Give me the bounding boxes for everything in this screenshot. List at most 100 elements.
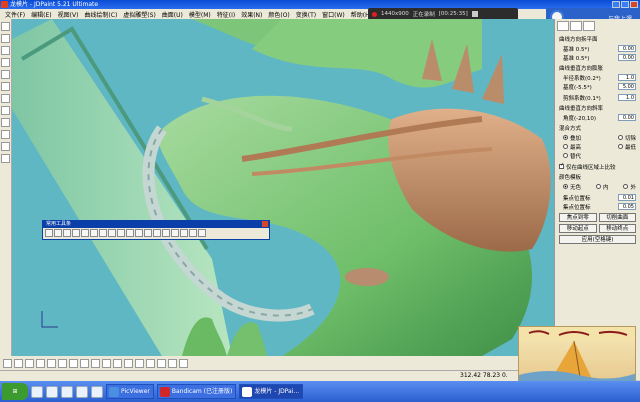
node-tool-icon[interactable] <box>1 94 10 103</box>
quicklaunch-folder-icon[interactable] <box>61 385 73 398</box>
polygon-tool-icon[interactable] <box>1 70 10 79</box>
color-icon[interactable] <box>153 229 161 237</box>
menu-feature[interactable]: 特征(I) <box>214 10 238 19</box>
tab-colors[interactable] <box>583 21 595 31</box>
line-tool-icon[interactable] <box>1 34 10 43</box>
minimize-button[interactable] <box>612 1 620 8</box>
copy-icon[interactable] <box>117 229 125 237</box>
curve-only-checkbox[interactable] <box>559 162 564 169</box>
move-start-button[interactable]: 移动起点 <box>559 224 597 233</box>
polyline-icon[interactable] <box>36 358 45 368</box>
stop-sign-icon[interactable] <box>179 358 188 368</box>
tab-params[interactable] <box>557 21 569 31</box>
color-mask-none[interactable]: 无色 <box>563 183 581 191</box>
relief-icon[interactable] <box>135 358 144 368</box>
arc-tool-icon[interactable] <box>1 46 10 55</box>
menu-file[interactable]: 文件(F) <box>2 10 28 19</box>
pen-icon[interactable] <box>25 358 34 368</box>
delete-icon[interactable] <box>135 229 143 237</box>
shear-row-input[interactable]: 1.0 <box>618 94 636 101</box>
start-button[interactable]: ⊞ <box>2 383 28 400</box>
quicklaunch-media-icon[interactable] <box>46 385 58 398</box>
position-row-2-input[interactable]: 0.05 <box>618 203 636 210</box>
pointer-icon[interactable] <box>3 358 12 368</box>
cut-icon[interactable] <box>108 229 116 237</box>
color-mask-outer[interactable]: 外 <box>623 183 636 191</box>
zoom-tool-icon[interactable] <box>1 154 10 163</box>
new-file-icon[interactable] <box>45 229 53 237</box>
mix-option-max[interactable]: 最高 <box>563 143 581 151</box>
task-jdpaint[interactable]: 龙模片 - JDPai... <box>239 384 304 399</box>
refresh-icon[interactable] <box>171 229 179 237</box>
expand-row-2-input[interactable]: 5.00 <box>618 83 636 90</box>
record-icon[interactable] <box>372 11 377 17</box>
undo-icon[interactable] <box>90 229 98 237</box>
select-icon[interactable] <box>81 229 89 237</box>
menu-transform[interactable]: 变换(T) <box>293 10 319 19</box>
sculpt-icon[interactable] <box>157 358 166 368</box>
bezier-icon[interactable] <box>113 358 122 368</box>
move-end-button[interactable]: 移动终点 <box>598 224 636 233</box>
quicklaunch-app-icon[interactable] <box>91 385 103 398</box>
save-icon[interactable] <box>63 229 71 237</box>
grid-icon[interactable] <box>189 229 197 237</box>
settings-icon[interactable] <box>180 229 188 237</box>
apply-button[interactable]: 应用(空格键) <box>559 235 636 244</box>
menu-effect[interactable]: 效果(N) <box>238 10 265 19</box>
mix-option-replace[interactable]: 替代 <box>563 152 581 160</box>
menu-curve[interactable]: 曲线绘制(C) <box>81 10 120 19</box>
flatten-row-2-input[interactable]: 0.00 <box>618 54 636 61</box>
menu-surface[interactable]: 曲面(U) <box>159 10 186 19</box>
shield-icon[interactable] <box>198 229 206 237</box>
menu-view[interactable]: 视图(V) <box>55 10 82 19</box>
node-edit-icon[interactable] <box>102 358 111 368</box>
mix-option-cut[interactable]: 切除 <box>617 134 636 142</box>
menu-color[interactable]: 颜色(O) <box>265 10 292 19</box>
expand-row-1-input[interactable]: 1.0 <box>618 74 636 81</box>
slope-row-input[interactable]: 0.00 <box>618 114 636 121</box>
close-button[interactable] <box>630 1 638 8</box>
curve-icon[interactable] <box>47 358 56 368</box>
focus-zero-button[interactable]: 焦点到零 <box>559 213 597 222</box>
menu-edit[interactable]: 编辑(E) <box>28 10 54 19</box>
crosshair-icon[interactable] <box>72 229 80 237</box>
measure-tool-icon[interactable] <box>1 142 10 151</box>
maximize-button[interactable] <box>621 1 629 8</box>
mirror-tool-icon[interactable] <box>1 118 10 127</box>
quicklaunch-browser-icon[interactable] <box>31 385 43 398</box>
zoom-icon[interactable] <box>144 229 152 237</box>
text-icon[interactable] <box>124 358 133 368</box>
rectangle-icon[interactable] <box>80 358 89 368</box>
select-tool-icon[interactable] <box>1 22 10 31</box>
trim-tool-icon[interactable] <box>1 106 10 115</box>
stop-icon[interactable] <box>471 11 478 17</box>
color-mask-inner[interactable]: 内 <box>595 183 609 191</box>
smooth-icon[interactable] <box>146 358 155 368</box>
common-toolbar[interactable]: 常用工具条 <box>42 220 270 240</box>
quicklaunch-edit-icon[interactable] <box>76 385 88 398</box>
position-row-1-input[interactable]: 0.01 <box>618 194 636 201</box>
close-icon[interactable] <box>262 221 268 227</box>
paint-icon[interactable] <box>168 358 177 368</box>
arc-icon[interactable] <box>58 358 67 368</box>
mix-option-add[interactable]: 叠加 <box>563 134 581 142</box>
tab-layers[interactable] <box>570 21 582 31</box>
flatten-row-1-input[interactable]: 0.00 <box>618 45 636 52</box>
circle-icon[interactable] <box>69 358 78 368</box>
menu-window[interactable]: 窗口(W) <box>319 10 348 19</box>
layer-icon[interactable] <box>162 229 170 237</box>
menu-sculpt[interactable]: 虚拟雕塑(S) <box>120 10 159 19</box>
menu-model[interactable]: 模型(M) <box>186 10 214 19</box>
open-file-icon[interactable] <box>54 229 62 237</box>
text-tool-icon[interactable] <box>1 82 10 91</box>
task-picviewer[interactable]: PicViewer <box>106 384 154 399</box>
mix-option-min[interactable]: 最低 <box>617 143 636 151</box>
draw-line-icon[interactable] <box>14 358 23 368</box>
rect-tool-icon[interactable] <box>1 58 10 67</box>
paste-icon[interactable] <box>126 229 134 237</box>
common-toolbar-titlebar[interactable]: 常用工具条 <box>43 221 269 228</box>
cut-surface-button[interactable]: 切削曲面 <box>598 213 636 222</box>
task-bandicam[interactable]: Bandicam (已注册版) <box>156 384 237 399</box>
redo-icon[interactable] <box>99 229 107 237</box>
model-viewport[interactable] <box>12 19 554 356</box>
